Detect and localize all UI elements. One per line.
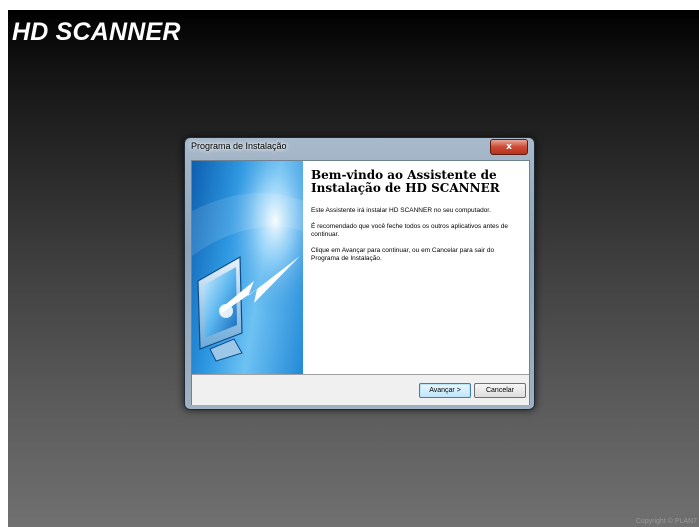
next-button[interactable]: Avançar > [419, 383, 471, 398]
desktop-background: HD SCANNER Programa de Instalação x Bem-… [8, 10, 699, 527]
wizard-footer: Avançar > Cancelar [192, 374, 529, 405]
copyright-text: Copyright © PLAN7 [635, 518, 697, 525]
wizard-heading: Bem-vindo ao Assistente de Instalação de… [311, 168, 500, 195]
monitor-with-arrow-icon [192, 161, 303, 374]
window-title: Programa de Instalação [191, 141, 287, 151]
wizard-paragraph-2: É recomendado que você feche todos os ou… [311, 223, 508, 238]
app-title: HD SCANNER [12, 18, 181, 46]
wizard-paragraph-3: Clique em Avançar para continuar, ou em … [311, 247, 495, 262]
wizard-client-area: Bem-vindo ao Assistente de Instalação de… [191, 160, 530, 405]
close-button[interactable]: x [490, 139, 528, 155]
wizard-paragraph-1: Este Assistente irá instalar HD SCANNER … [311, 207, 491, 214]
wizard-content: Bem-vindo ao Assistente de Instalação de… [311, 169, 521, 271]
installer-window: Programa de Instalação x Bem-vindo ao As… [184, 137, 535, 410]
cancel-button[interactable]: Cancelar [474, 383, 526, 398]
close-icon: x [506, 142, 512, 152]
window-titlebar[interactable]: Programa de Instalação x [185, 138, 534, 156]
wizard-banner [192, 161, 303, 374]
